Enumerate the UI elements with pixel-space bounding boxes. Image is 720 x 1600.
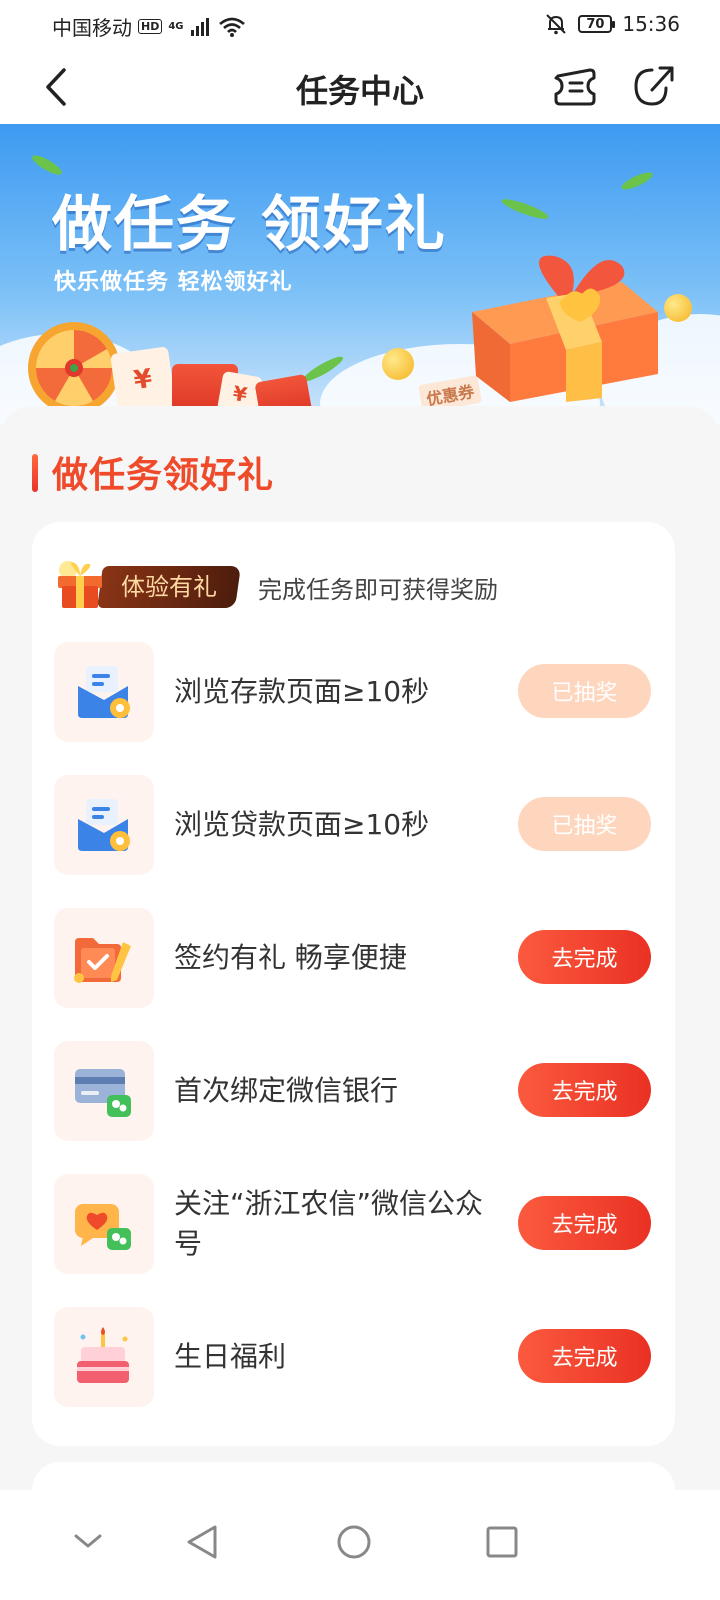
collapse-chevron-icon bbox=[74, 1534, 102, 1548]
status-left: 中国移动 HD 4G bbox=[52, 12, 246, 41]
ticket-icon bbox=[554, 68, 596, 106]
task-icon-tile bbox=[54, 642, 154, 742]
prize-wheel-icon bbox=[28, 322, 120, 414]
recents-square-icon bbox=[486, 1526, 518, 1558]
task-label: 签约有礼 畅享便捷 bbox=[174, 941, 407, 974]
status-right: 70 15:36 bbox=[544, 12, 680, 36]
task-go-button[interactable]: 去完成 bbox=[518, 930, 651, 984]
task-row: 生日福利 去完成 bbox=[54, 1307, 654, 1407]
hero-banner: 做任务 领好礼 快乐做任务 轻松领好礼 ¥ ¥ 优惠券 bbox=[0, 124, 720, 424]
task-row: 浏览存款页面≥10秒 已抽奖 bbox=[54, 642, 654, 742]
task-row: 签约有礼 畅享便捷 去完成 bbox=[54, 908, 654, 1008]
task-icon-tile bbox=[54, 1041, 154, 1141]
leaf-decoration bbox=[619, 169, 655, 193]
network-type: 4G bbox=[168, 20, 184, 32]
envelope-eye-icon bbox=[78, 799, 130, 851]
section-title: 做任务领好礼 bbox=[52, 455, 275, 496]
carrier-name: 中国移动 bbox=[52, 16, 132, 40]
birthday-cake-icon bbox=[77, 1327, 129, 1383]
banner-subtitle: 快乐做任务 轻松领好礼 bbox=[54, 270, 293, 295]
signal-icon bbox=[190, 17, 209, 36]
coin-decoration bbox=[382, 348, 414, 380]
experience-badge-text: 体验有礼 bbox=[121, 573, 217, 601]
task-icon-tile bbox=[54, 908, 154, 1008]
wifi-icon bbox=[218, 17, 245, 37]
task-icon-tile bbox=[54, 775, 154, 875]
nav-bar: 任务中心 bbox=[0, 50, 720, 124]
ticket-button[interactable] bbox=[552, 64, 600, 110]
task-label: 首次绑定微信银行 bbox=[174, 1074, 399, 1107]
envelope-eye-icon bbox=[78, 666, 130, 718]
leaf-decoration bbox=[29, 152, 65, 178]
folder-pencil-icon bbox=[74, 938, 131, 983]
home-circle-icon bbox=[337, 1525, 371, 1559]
task-row: 关注“浙江农信”微信公众号 去完成 bbox=[54, 1174, 654, 1274]
collapse-button[interactable] bbox=[58, 1512, 118, 1572]
system-home-button[interactable] bbox=[324, 1512, 384, 1572]
yen-ticket-decoration: ¥ bbox=[110, 346, 176, 414]
page-title: 任务中心 bbox=[295, 72, 424, 110]
task-row: 浏览贷款页面≥10秒 已抽奖 bbox=[54, 775, 654, 875]
task-label: 浏览贷款页面≥10秒 bbox=[174, 808, 430, 841]
banner-title: 做任务 领好礼 bbox=[52, 190, 447, 260]
task-go-button[interactable]: 去完成 bbox=[518, 1329, 651, 1383]
bell-muted-icon bbox=[546, 14, 567, 35]
experience-badge: 体验有礼 bbox=[97, 566, 241, 608]
system-nav-bar bbox=[0, 1490, 720, 1600]
system-recents-button[interactable] bbox=[472, 1512, 532, 1572]
task-row: 首次绑定微信银行 去完成 bbox=[54, 1041, 654, 1141]
task-go-button[interactable]: 去完成 bbox=[518, 1063, 651, 1117]
status-bar: 中国移动 HD 4G 70 15:36 bbox=[0, 0, 720, 50]
task-icon-tile bbox=[54, 1307, 154, 1407]
gift-icon bbox=[58, 561, 102, 608]
share-icon bbox=[634, 66, 674, 106]
heart-chat-icon bbox=[75, 1204, 131, 1250]
task-label: 生日福利 bbox=[174, 1340, 287, 1373]
leaf-decoration bbox=[499, 195, 551, 223]
task-go-button[interactable]: 去完成 bbox=[518, 1196, 651, 1250]
task-label: 浏览存款页面≥10秒 bbox=[174, 675, 430, 708]
coin-decoration bbox=[664, 294, 692, 322]
back-triangle-icon bbox=[187, 1525, 217, 1559]
gift-box-icon bbox=[472, 255, 658, 402]
clock: 15:36 bbox=[622, 12, 680, 36]
task-done-button[interactable]: 已抽奖 bbox=[518, 664, 651, 718]
hd-badge: HD bbox=[138, 19, 163, 34]
battery-indicator: 70 bbox=[578, 15, 616, 33]
task-icon-tile bbox=[54, 1174, 154, 1274]
experience-description: 完成任务即可获得奖励 bbox=[258, 576, 498, 604]
card-wechat-icon bbox=[75, 1069, 131, 1117]
task-label: 关注“浙江农信”微信公众号 bbox=[174, 1187, 484, 1260]
task-done-button[interactable]: 已抽奖 bbox=[518, 797, 651, 851]
system-back-button[interactable] bbox=[172, 1512, 232, 1572]
share-button[interactable] bbox=[630, 62, 678, 110]
section-accent-bar bbox=[32, 454, 38, 492]
